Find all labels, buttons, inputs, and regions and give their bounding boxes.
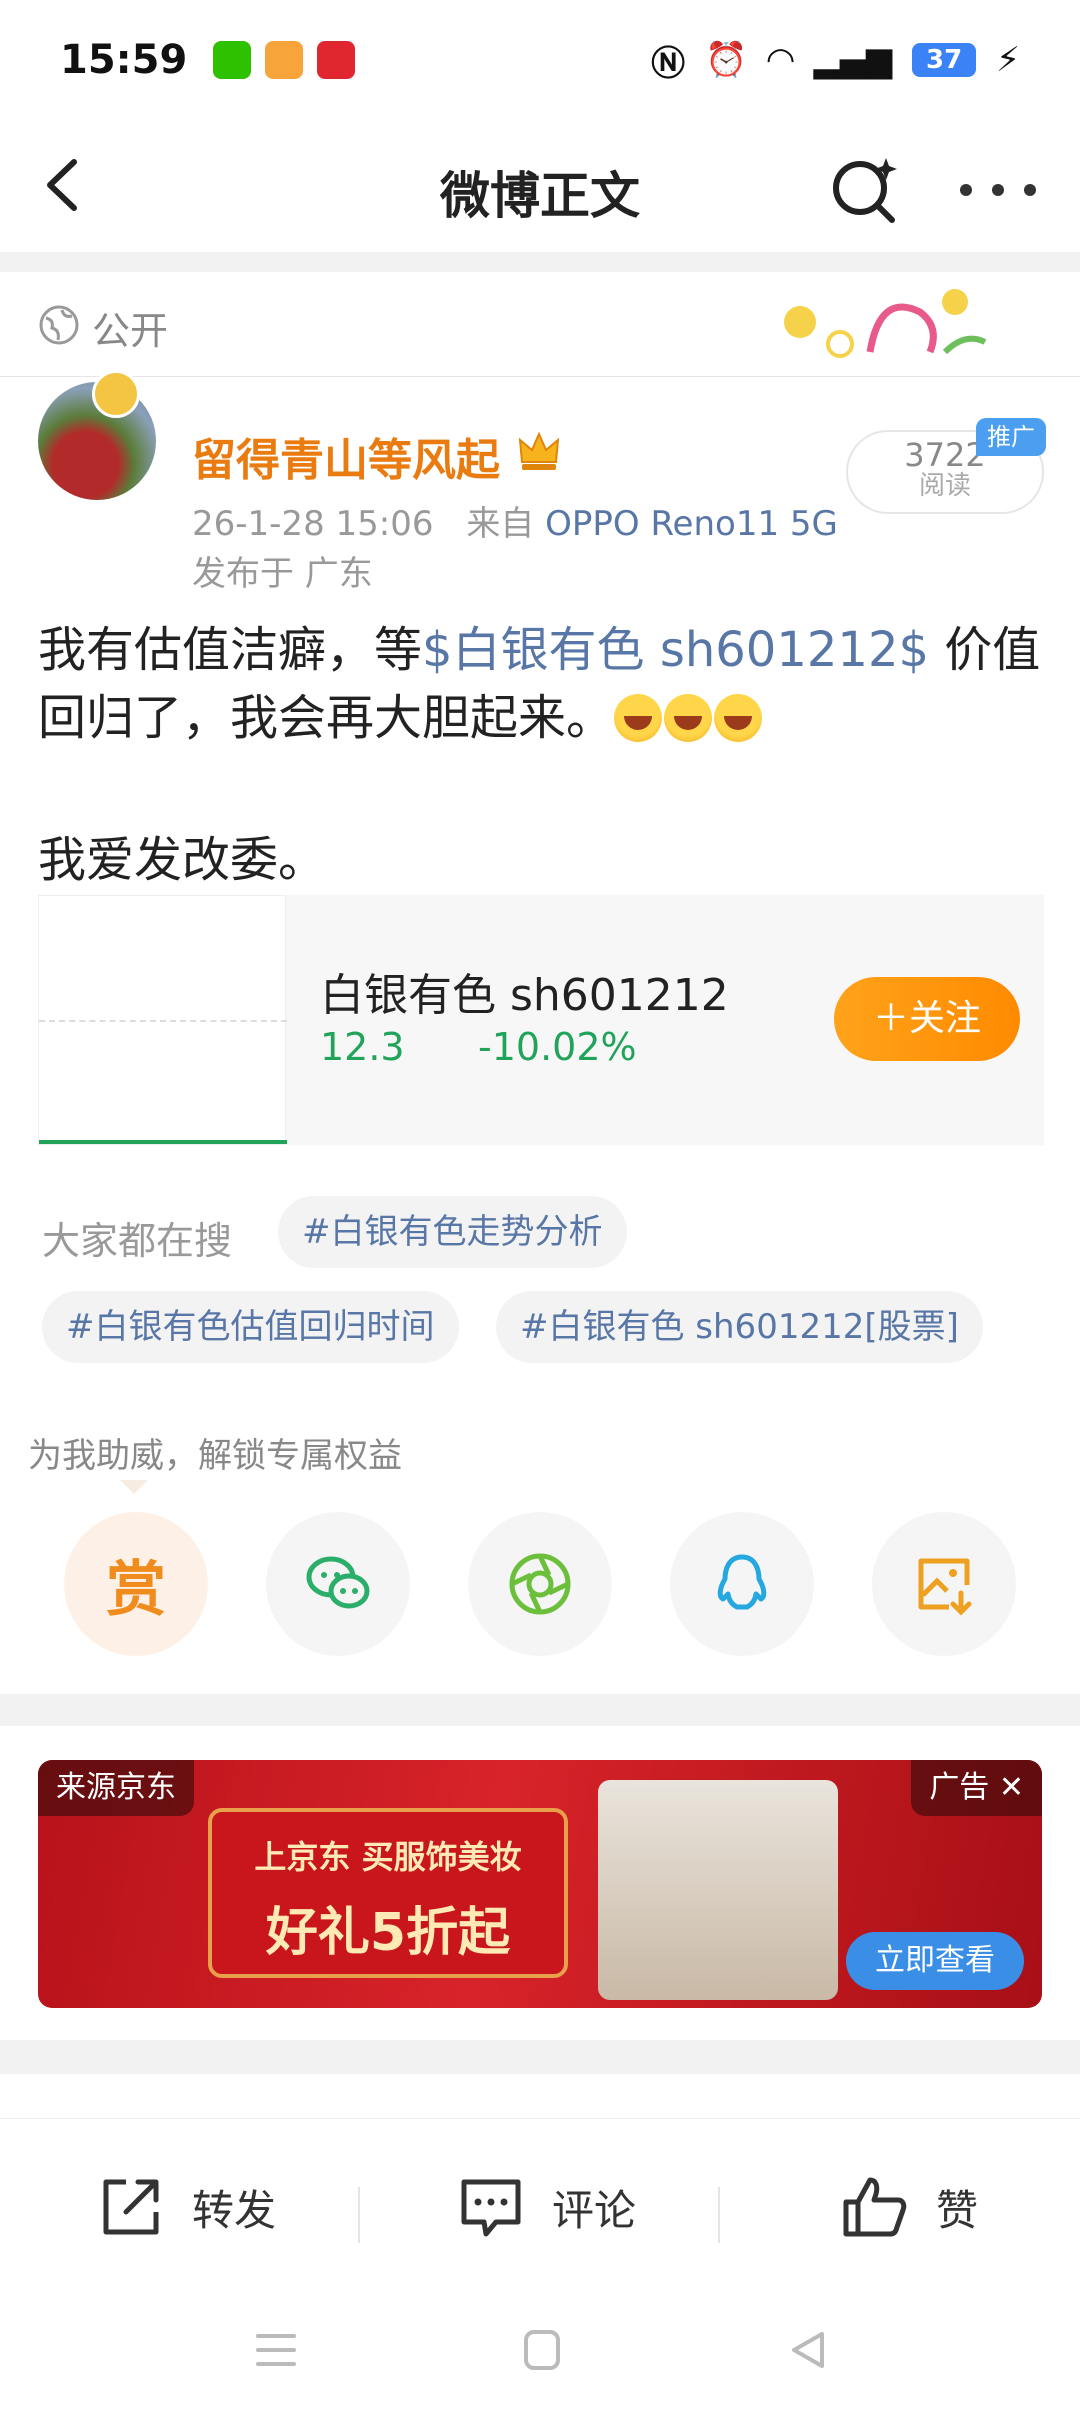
support-arrow bbox=[120, 1480, 148, 1494]
vip-crown-icon bbox=[518, 431, 560, 470]
page-title: 微博正文 bbox=[440, 167, 640, 225]
back-nav-icon[interactable] bbox=[786, 2328, 830, 2372]
status-time: 15:59 bbox=[60, 37, 188, 83]
search-button[interactable] bbox=[830, 154, 900, 224]
stock-price: 12.3 bbox=[320, 1025, 405, 1069]
follow-stock-button[interactable]: ＋关注 bbox=[834, 977, 1020, 1061]
source-prefix: 来自 bbox=[466, 504, 535, 544]
repost-label: 转发 bbox=[192, 2185, 277, 2235]
stock-change: -10.02% bbox=[478, 1025, 637, 1069]
wechat-share-button[interactable] bbox=[266, 1512, 410, 1656]
app-red-icon bbox=[317, 41, 356, 79]
read-label: 阅读 bbox=[918, 471, 971, 501]
repost-icon bbox=[103, 2179, 159, 2235]
search-tag[interactable]: #白银有色估值回归时间 bbox=[42, 1291, 459, 1363]
post-meta: 26-1-28 15:06 来自 OPPO Reno11 5G bbox=[192, 496, 838, 545]
search-sparkle-icon bbox=[833, 158, 897, 223]
thumbs-up-icon bbox=[843, 2177, 907, 2237]
ad-offer: 好礼5折起 bbox=[265, 1903, 511, 1963]
reward-label: 赏 bbox=[106, 1554, 166, 1625]
ad-close-button[interactable]: 广告 ✕ bbox=[911, 1760, 1042, 1816]
action-divider bbox=[718, 2187, 720, 2243]
author-name[interactable]: 留得青山等风起 bbox=[192, 424, 500, 488]
more-dot-icon bbox=[960, 184, 972, 196]
status-bar: 15:59 Ⓝ ⏰ ◠ ▂▄▆ 37 ⚡ bbox=[0, 0, 1080, 120]
battery-icon: 37 bbox=[912, 43, 977, 77]
ad-banner[interactable]: 来源京东 广告 ✕ 上京东 买服饰美妆 好礼5折起 立即查看 bbox=[38, 1760, 1042, 2008]
more-button[interactable] bbox=[960, 160, 1036, 220]
globe-icon bbox=[39, 305, 79, 345]
ad-source: 来源京东 bbox=[38, 1760, 194, 1816]
home-icon[interactable] bbox=[522, 2328, 562, 2372]
post-body-line2: 我爱发改委。 bbox=[38, 832, 327, 888]
status-icons: Ⓝ ⏰ ◠ ▂▄▆ 37 ⚡ bbox=[651, 36, 1020, 85]
stock-topic-link[interactable]: $白银有色 sh601212$ bbox=[422, 622, 929, 678]
reward-button[interactable]: 赏 bbox=[64, 1512, 208, 1656]
post-timestamp: 26-1-28 15:06 bbox=[192, 504, 434, 544]
comment-button[interactable]: 评论 bbox=[456, 2167, 636, 2247]
menu-icon[interactable] bbox=[254, 2330, 298, 2370]
save-image-button[interactable] bbox=[872, 1512, 1016, 1656]
top-nav: 微博正文 bbox=[0, 120, 1080, 250]
laughing-emoji-icon bbox=[614, 694, 663, 742]
post-text-before: 我有估值洁癖，等 bbox=[38, 622, 423, 678]
ad-product-image bbox=[598, 1780, 838, 2000]
section-divider bbox=[0, 2040, 1080, 2074]
ad-scroll: 上京东 买服饰美妆 好礼5折起 bbox=[208, 1808, 568, 1978]
nfc-icon: Ⓝ bbox=[651, 43, 686, 84]
comment-label: 评论 bbox=[552, 2185, 637, 2235]
source-device[interactable]: OPPO Reno11 5G bbox=[545, 504, 838, 544]
alarm-icon: ⏰ bbox=[705, 40, 748, 80]
stock-card[interactable]: 白银有色 sh601212 12.3 -10.02% ＋关注 bbox=[38, 895, 1044, 1145]
action-bar: 转发 评论 赞 bbox=[0, 2118, 1080, 2288]
wechat-icon bbox=[213, 41, 252, 79]
signal-5g-icon: ▂▄▆ bbox=[813, 40, 893, 80]
post-body: 我有估值洁癖，等$白银有色 sh601212$ 价值回归了，我会再大胆起来。 bbox=[38, 616, 1048, 752]
more-dot-icon bbox=[992, 184, 1004, 196]
visibility-row: 公开 bbox=[0, 272, 1080, 377]
post-location: 发布于 广东 bbox=[192, 554, 373, 594]
save-image-icon bbox=[918, 1558, 972, 1616]
plog-sticker-icon bbox=[784, 289, 987, 358]
qq-icon bbox=[717, 1554, 767, 1610]
qq-share-button[interactable] bbox=[670, 1512, 814, 1656]
app-orange-icon bbox=[265, 41, 304, 79]
avatar-badge-icon bbox=[92, 370, 140, 418]
repost-button[interactable]: 转发 bbox=[96, 2167, 276, 2247]
chart-line bbox=[39, 1140, 287, 1144]
section-divider bbox=[0, 1694, 1080, 1726]
like-button[interactable]: 赞 bbox=[840, 2167, 978, 2247]
wifi-icon: ◠ bbox=[767, 40, 794, 80]
chart-baseline bbox=[39, 1020, 287, 1022]
laughing-emoji-icon bbox=[714, 694, 763, 742]
comment-icon bbox=[461, 2179, 521, 2237]
like-label: 赞 bbox=[936, 2185, 979, 2235]
visibility-label: 公开 bbox=[92, 309, 169, 353]
charging-icon: ⚡ bbox=[996, 40, 1020, 80]
search-tag[interactable]: #白银有色走势分析 bbox=[278, 1196, 627, 1268]
laughing-emoji-icon bbox=[664, 694, 713, 742]
action-divider bbox=[358, 2187, 360, 2243]
promote-tag[interactable]: 推广 bbox=[976, 418, 1046, 456]
moments-icon bbox=[509, 1553, 571, 1615]
ad-cta-button[interactable]: 立即查看 bbox=[846, 1932, 1024, 1990]
support-label: 为我助威，解锁专属权益 bbox=[28, 1436, 402, 1476]
system-nav-bar bbox=[0, 2290, 1080, 2412]
trending-search-label: 大家都在搜 bbox=[42, 1219, 233, 1263]
wechat-icon bbox=[306, 1556, 370, 1609]
ad-headline: 上京东 买服饰美妆 bbox=[254, 1838, 522, 1876]
stock-name: 白银有色 sh601212 bbox=[320, 970, 729, 1021]
stock-mini-chart bbox=[38, 895, 287, 1145]
moments-share-button[interactable] bbox=[468, 1512, 612, 1656]
search-tag[interactable]: #白银有色 sh601212[股票] bbox=[496, 1291, 983, 1363]
more-dot-icon bbox=[1024, 184, 1036, 196]
section-divider bbox=[0, 252, 1080, 272]
